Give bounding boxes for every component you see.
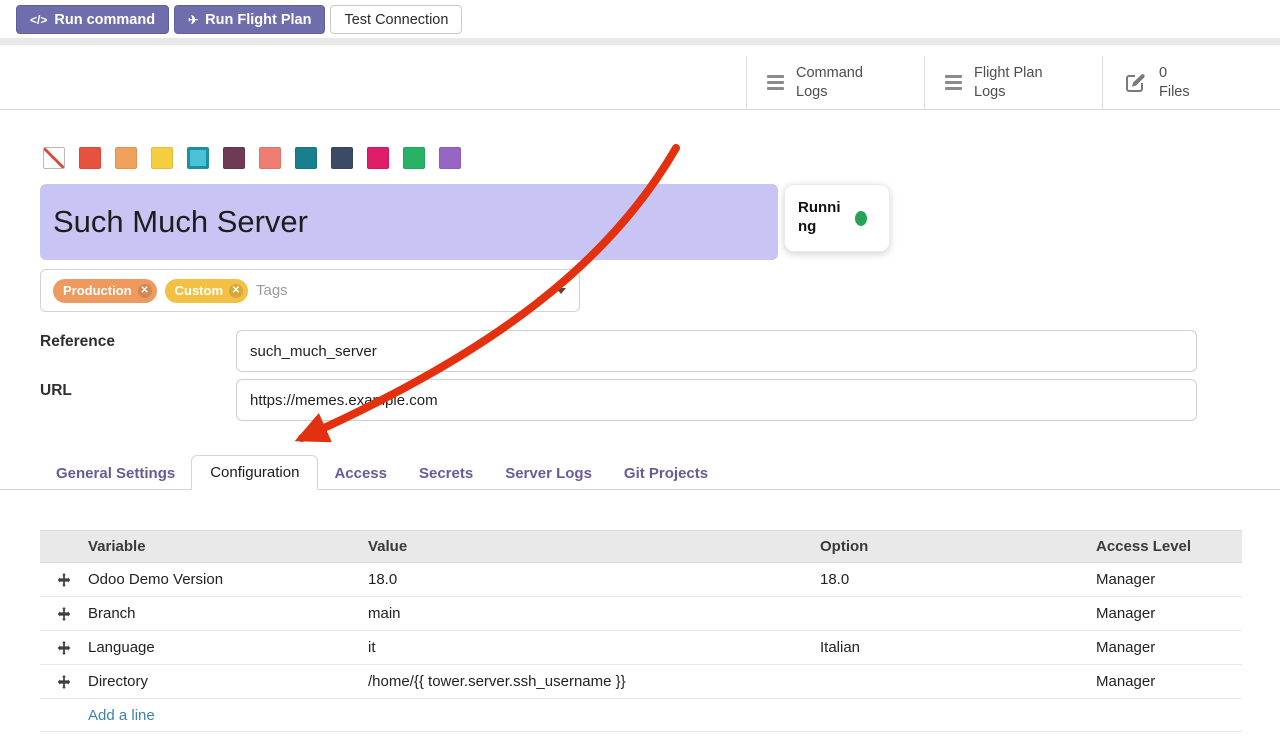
cell-value[interactable]: it — [368, 639, 820, 656]
plane-icon: ✈ — [188, 13, 198, 27]
color-swatch-teal[interactable] — [295, 147, 317, 169]
cell-option[interactable]: 18.0 — [820, 571, 1096, 588]
column-header-access-level: Access Level — [1096, 538, 1242, 555]
stat-button-band: Command Logs Flight Plan Logs 0 Files — [0, 56, 1280, 110]
tab-configuration[interactable]: Configuration — [191, 455, 318, 490]
tag-production-label: Production — [63, 283, 132, 298]
cell-option[interactable]: Italian — [820, 639, 1096, 656]
add-a-line-link[interactable]: Add a line — [40, 699, 1242, 732]
cell-access-level[interactable]: Manager — [1096, 605, 1242, 622]
run-command-button[interactable]: </> Run command — [16, 5, 169, 34]
drag-handle-icon[interactable] — [40, 641, 88, 655]
files-count: 0 — [1159, 65, 1167, 81]
reference-field[interactable]: such_much_server — [236, 330, 1197, 372]
url-value: https://memes.example.com — [250, 392, 438, 409]
tags-placeholder: Tags — [256, 282, 288, 299]
color-swatch-yellow[interactable] — [151, 147, 173, 169]
notebook-tabs: General Settings Configuration Access Se… — [0, 454, 1280, 490]
tab-general-settings[interactable]: General Settings — [40, 458, 191, 489]
drag-handle-icon[interactable] — [40, 607, 88, 621]
color-swatch-none[interactable] — [43, 147, 65, 169]
status-dot-icon — [855, 211, 867, 226]
url-field[interactable]: https://memes.example.com — [236, 379, 1197, 421]
color-swatch-cyan[interactable] — [187, 147, 209, 169]
cell-value[interactable]: 18.0 — [368, 571, 820, 588]
files-label: Files — [1159, 84, 1190, 100]
tags-input[interactable]: Production ✕ Custom ✕ Tags — [40, 269, 580, 312]
cell-access-level[interactable]: Manager — [1096, 673, 1242, 690]
command-logs-label: Command Logs — [796, 64, 878, 102]
chevron-down-icon[interactable] — [556, 288, 566, 294]
flight-plan-logs-label: Flight Plan Logs — [974, 64, 1056, 102]
server-name-input[interactable]: Such Much Server — [40, 184, 778, 260]
column-header-value: Value — [368, 538, 820, 555]
table-header-row: Variable Value Option Access Level — [40, 530, 1242, 563]
tag-custom-label: Custom — [175, 283, 223, 298]
run-flight-plan-button[interactable]: ✈ Run Flight Plan — [174, 5, 325, 34]
tag-production: Production ✕ — [53, 279, 157, 303]
drag-handle-icon[interactable] — [40, 675, 88, 689]
color-swatch-red[interactable] — [79, 147, 101, 169]
list-icon — [767, 75, 784, 90]
cell-variable[interactable]: Odoo Demo Version — [88, 571, 368, 588]
action-toolbar: </> Run command ✈ Run Flight Plan Test C… — [16, 5, 462, 34]
tag-custom: Custom ✕ — [165, 279, 248, 303]
flight-plan-logs-button[interactable]: Flight Plan Logs — [924, 56, 1102, 109]
color-swatch-picker — [43, 147, 461, 169]
table-row[interactable]: Directory /home/{{ tower.server.ssh_user… — [40, 665, 1242, 699]
column-header-variable: Variable — [88, 538, 368, 555]
cell-access-level[interactable]: Manager — [1096, 639, 1242, 656]
server-name-value: Such Much Server — [53, 204, 308, 240]
test-connection-label: Test Connection — [344, 12, 448, 28]
list-icon — [945, 75, 962, 90]
url-label: URL — [40, 382, 72, 400]
remove-tag-icon[interactable]: ✕ — [138, 284, 152, 298]
color-swatch-orange[interactable] — [115, 147, 137, 169]
table-row[interactable]: Language it Italian Manager — [40, 631, 1242, 665]
cell-variable[interactable]: Directory — [88, 673, 368, 690]
color-swatch-plum[interactable] — [223, 147, 245, 169]
drag-handle-icon[interactable] — [40, 573, 88, 587]
status-badge: Running — [784, 184, 890, 252]
variables-table: Variable Value Option Access Level Odoo … — [40, 530, 1242, 732]
run-command-label: Run command — [54, 12, 155, 28]
table-row[interactable]: Odoo Demo Version 18.0 18.0 Manager — [40, 563, 1242, 597]
tab-git-projects[interactable]: Git Projects — [608, 458, 724, 489]
tab-access[interactable]: Access — [318, 458, 403, 489]
cell-value[interactable]: /home/{{ tower.server.ssh_username }} — [368, 673, 820, 690]
reference-label: Reference — [40, 333, 115, 351]
cell-variable[interactable]: Language — [88, 639, 368, 656]
status-label: Running — [798, 199, 845, 237]
column-header-option: Option — [820, 538, 1096, 555]
tab-server-logs[interactable]: Server Logs — [489, 458, 608, 489]
color-swatch-navy[interactable] — [331, 147, 353, 169]
table-row[interactable]: Branch main Manager — [40, 597, 1242, 631]
cell-access-level[interactable]: Manager — [1096, 571, 1242, 588]
color-swatch-magenta[interactable] — [367, 147, 389, 169]
server-form-page: </> Run command ✈ Run Flight Plan Test C… — [0, 0, 1280, 742]
files-button[interactable]: 0 Files — [1102, 56, 1280, 109]
code-icon: </> — [30, 13, 47, 27]
cell-value[interactable]: main — [368, 605, 820, 622]
color-swatch-salmon[interactable] — [259, 147, 281, 169]
color-swatch-green[interactable] — [403, 147, 425, 169]
reference-value: such_much_server — [250, 343, 377, 360]
run-flight-plan-label: Run Flight Plan — [205, 12, 311, 28]
tab-secrets[interactable]: Secrets — [403, 458, 489, 489]
test-connection-button[interactable]: Test Connection — [330, 5, 462, 34]
remove-tag-icon[interactable]: ✕ — [229, 284, 243, 298]
edit-note-icon — [1123, 71, 1147, 95]
command-logs-button[interactable]: Command Logs — [746, 56, 924, 109]
cell-variable[interactable]: Branch — [88, 605, 368, 622]
color-swatch-purple[interactable] — [439, 147, 461, 169]
divider-strip — [0, 38, 1280, 45]
